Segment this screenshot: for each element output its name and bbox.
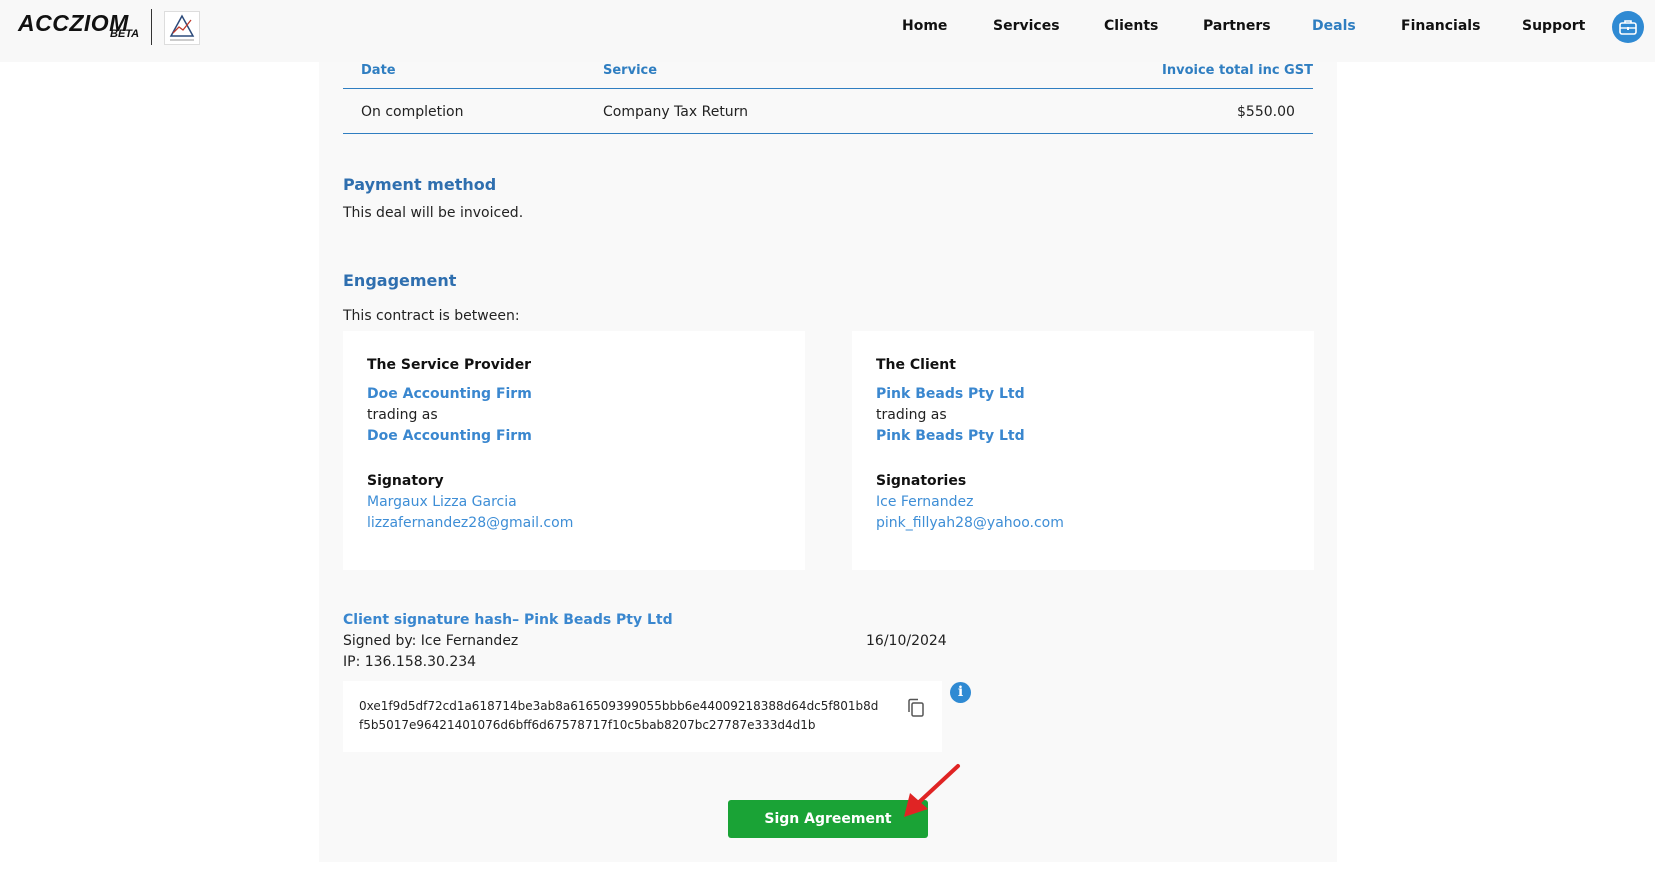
client-signatories-label: Signatories (876, 473, 967, 489)
signed-by-text: Signed by: Ice Fernandez (343, 633, 519, 649)
table-header-divider (343, 88, 1313, 89)
client-signatory-email[interactable]: pink_fillyah28@yahoo.com (876, 515, 1064, 531)
payment-method-title: Payment method (343, 175, 497, 194)
engagement-title: Engagement (343, 271, 457, 290)
signature-ip: IP: 136.158.30.234 (343, 654, 477, 670)
provider-trading-as: trading as (367, 407, 438, 423)
provider-signatory-name[interactable]: Margaux Lizza Garcia (367, 494, 517, 510)
provider-trading-name-link[interactable]: Doe Accounting Firm (367, 428, 532, 444)
top-header: ACCZIOM BETA Home Services Clients Partn… (0, 0, 1655, 62)
sign-agreement-button[interactable]: Sign Agreement (728, 800, 928, 838)
client-signature-title: Client signature hash– Pink Beads Pty Lt… (343, 612, 673, 628)
client-trading-name-link[interactable]: Pink Beads Pty Ltd (876, 428, 1025, 444)
brand-logo-badge: BETA (110, 28, 140, 40)
firm-logo-icon (164, 11, 200, 45)
row-date: On completion (361, 104, 464, 120)
client-label: The Client (876, 357, 956, 373)
client-trading-as: trading as (876, 407, 947, 423)
info-icon[interactable]: i (950, 682, 971, 703)
row-service: Company Tax Return (603, 104, 749, 120)
client-signatory-name[interactable]: Ice Fernandez (876, 494, 973, 510)
nav-home[interactable]: Home (902, 18, 947, 38)
logo-divider (151, 9, 152, 45)
row-total: $550.00 (1237, 104, 1295, 120)
nav-deals[interactable]: Deals (1312, 18, 1356, 38)
nav-clients[interactable]: Clients (1104, 18, 1158, 38)
table-bottom-divider (343, 133, 1313, 134)
nav-support[interactable]: Support (1522, 18, 1585, 38)
signature-hash-box: 0xe1f9d5df72cd1a618714be3ab8a61650939905… (343, 681, 942, 752)
nav-services[interactable]: Services (993, 18, 1060, 38)
account-menu-button[interactable] (1612, 11, 1644, 43)
service-provider-card: The Service Provider Doe Accounting Firm… (343, 331, 805, 570)
provider-signatory-label: Signatory (367, 473, 444, 489)
provider-name-link[interactable]: Doe Accounting Firm (367, 386, 532, 402)
nav-partners[interactable]: Partners (1203, 18, 1271, 38)
col-header-date: Date (361, 63, 396, 78)
client-card: The Client Pink Beads Pty Ltd trading as… (852, 331, 1314, 570)
payment-method-text: This deal will be invoiced. (343, 205, 524, 221)
client-name-link[interactable]: Pink Beads Pty Ltd (876, 386, 1025, 402)
col-header-total: Invoice total inc GST (1162, 63, 1313, 78)
col-header-service: Service (603, 63, 658, 78)
signature-date: 16/10/2024 (866, 633, 947, 649)
signature-hash-value[interactable]: 0xe1f9d5df72cd1a618714be3ab8a61650939905… (359, 697, 879, 735)
nav-financials[interactable]: Financials (1401, 18, 1480, 38)
briefcase-icon (1619, 20, 1637, 35)
engagement-intro: This contract is between: (343, 308, 520, 324)
provider-signatory-email[interactable]: lizzafernandez28@gmail.com (367, 515, 573, 531)
copy-icon[interactable] (905, 697, 927, 719)
provider-label: The Service Provider (367, 357, 532, 373)
pointer-arrow-icon (904, 764, 960, 817)
